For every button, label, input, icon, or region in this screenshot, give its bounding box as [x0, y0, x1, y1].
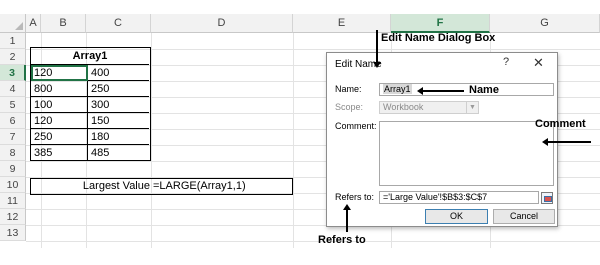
table-cell-b5[interactable]: 100 — [31, 97, 88, 113]
table-cell-c5[interactable]: 300 — [88, 97, 149, 113]
row-header-5[interactable]: 5 — [0, 97, 26, 113]
scope-dropdown[interactable]: Workbook ▼ — [379, 101, 479, 114]
annotation-arrow-line — [346, 210, 348, 232]
row-header-8[interactable]: 8 — [0, 145, 26, 161]
annotation-arrow-line — [422, 90, 464, 92]
column-header-a[interactable]: A — [26, 14, 41, 33]
name-value: Array1 — [383, 84, 412, 94]
annotation-arrow-line — [376, 30, 378, 63]
row-header-13[interactable]: 13 — [0, 225, 26, 241]
arrow-left-icon — [417, 87, 423, 95]
row-header-1[interactable]: 1 — [0, 33, 26, 49]
scope-value: Workbook — [383, 102, 424, 112]
arrow-up-icon — [343, 204, 351, 210]
row-header-7[interactable]: 7 — [0, 129, 26, 145]
gridline — [26, 241, 600, 242]
table-cell-c3[interactable]: 400 — [88, 65, 149, 81]
refers-to-value: ='Large Value'!$B$3:$C$7 — [383, 192, 488, 202]
row-header-6[interactable]: 6 — [0, 113, 26, 129]
annotation-arrow-line — [547, 141, 591, 143]
table-cell-c8[interactable]: 485 — [88, 145, 149, 161]
row-header-12[interactable]: 12 — [0, 209, 26, 225]
refers-to-label: Refers to: — [335, 192, 375, 202]
annotation-dialog-box: Edit Name Dialog Box — [381, 32, 496, 44]
table-cell-b4[interactable]: 800 — [31, 81, 88, 97]
ok-button[interactable]: OK — [425, 209, 488, 224]
cancel-button[interactable]: Cancel — [493, 209, 555, 224]
comment-field[interactable] — [379, 121, 554, 186]
column-header-c[interactable]: C — [86, 14, 151, 33]
chevron-down-icon: ▼ — [466, 102, 478, 113]
row-header-10[interactable]: 10 — [0, 177, 26, 193]
table-cell-c6[interactable]: 150 — [88, 113, 149, 129]
name-field[interactable]: Array1 — [379, 83, 554, 96]
annotation-refers-to: Refers to — [318, 234, 366, 246]
row-header-11[interactable]: 11 — [0, 193, 26, 209]
refers-to-field[interactable]: ='Large Value'!$B$3:$C$7 — [379, 191, 539, 204]
close-icon[interactable]: ✕ — [533, 55, 544, 71]
help-button[interactable]: ? — [503, 56, 509, 68]
largest-value-label[interactable]: Largest Value — [31, 179, 152, 194]
row-header-3[interactable]: 3 — [0, 65, 26, 81]
column-header-g[interactable]: G — [490, 14, 600, 33]
edit-name-dialog: Edit Name ? ✕ Name: Array1 Scope: Workbo… — [326, 52, 558, 227]
annotation-comment: Comment — [535, 118, 586, 130]
column-header-d[interactable]: D — [151, 14, 293, 33]
largest-value-formula[interactable]: =LARGE(Array1,1) — [152, 179, 292, 194]
row-header-4[interactable]: 4 — [0, 81, 26, 97]
row-header-9[interactable]: 9 — [0, 161, 26, 177]
table-cell-b7[interactable]: 250 — [31, 129, 88, 145]
arrow-left-icon — [542, 138, 548, 146]
comment-label: Comment: — [335, 121, 377, 131]
table-cell-b8[interactable]: 385 — [31, 145, 88, 161]
array1-table: Array1 120 400 800 250 100 300 120 150 2… — [30, 47, 151, 161]
largest-value-row: Largest Value =LARGE(Array1,1) — [30, 178, 293, 195]
select-all-icon — [15, 22, 23, 30]
annotation-name: Name — [469, 84, 499, 96]
select-all-corner[interactable] — [0, 14, 26, 33]
column-header-b[interactable]: B — [41, 14, 86, 33]
column-header-f[interactable]: F — [391, 14, 490, 33]
table-cell-c4[interactable]: 250 — [88, 81, 149, 97]
table-title[interactable]: Array1 — [31, 48, 149, 65]
name-label: Name: — [335, 84, 362, 94]
table-cell-b6[interactable]: 120 — [31, 113, 88, 129]
arrow-down-icon — [373, 62, 381, 68]
table-cell-c7[interactable]: 180 — [88, 129, 149, 145]
range-picker-icon[interactable] — [541, 192, 553, 204]
scope-label: Scope: — [335, 102, 364, 112]
row-header-2[interactable]: 2 — [0, 49, 26, 65]
table-cell-b3[interactable]: 120 — [31, 65, 88, 81]
